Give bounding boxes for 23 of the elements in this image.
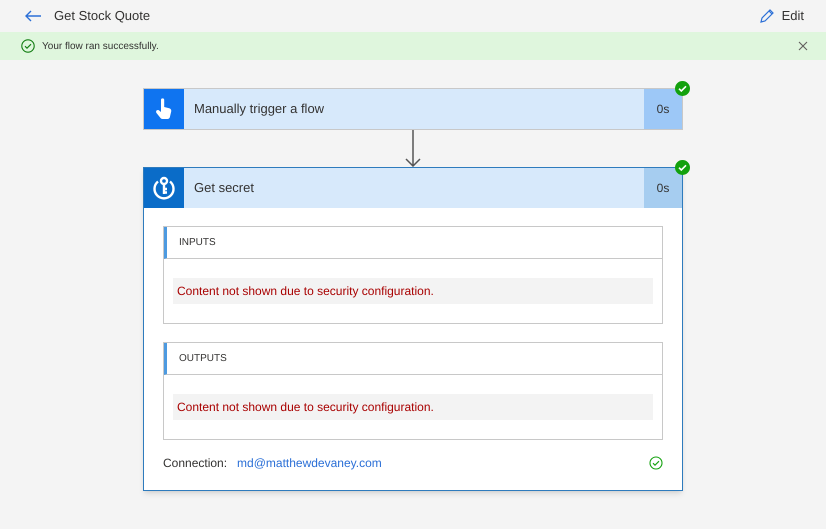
check-circle-icon [21,39,35,53]
pencil-icon [760,9,774,23]
flow-step-card[interactable]: Get secret 0s INPUTS Content not shown due to security configuration. OUTPUTS Content not shown due to security configuration. Connection: md@matthewdevaney.com [143,167,683,491]
close-icon [798,41,808,51]
step-title: Get secret [194,179,255,198]
banner-message: Your flow ran successfully. [42,40,159,54]
step-title: Manually trigger a flow [194,100,326,118]
security-message: Content not shown due to security configuration. [173,394,653,420]
back-arrow-icon [25,10,41,22]
step-duration: 0s [644,168,682,208]
close-button[interactable] [798,41,808,51]
hand-pointer-icon [154,98,174,120]
section-heading: INPUTS [179,236,216,250]
step-duration: 0s [644,89,682,129]
connection-link[interactable]: md@matthewdevaney.com [237,454,382,472]
connector-arrow [405,130,421,167]
key-icon [151,175,177,201]
security-message: Content not shown due to security configuration. [173,278,653,304]
edit-button[interactable]: Edit [760,6,804,26]
flow-step-card[interactable]: Manually trigger a flow 0s [143,88,683,130]
connection-label: Connection: [163,455,228,472]
flow-title: Get Stock Quote [54,7,150,26]
section-heading: OUTPUTS [179,352,227,366]
